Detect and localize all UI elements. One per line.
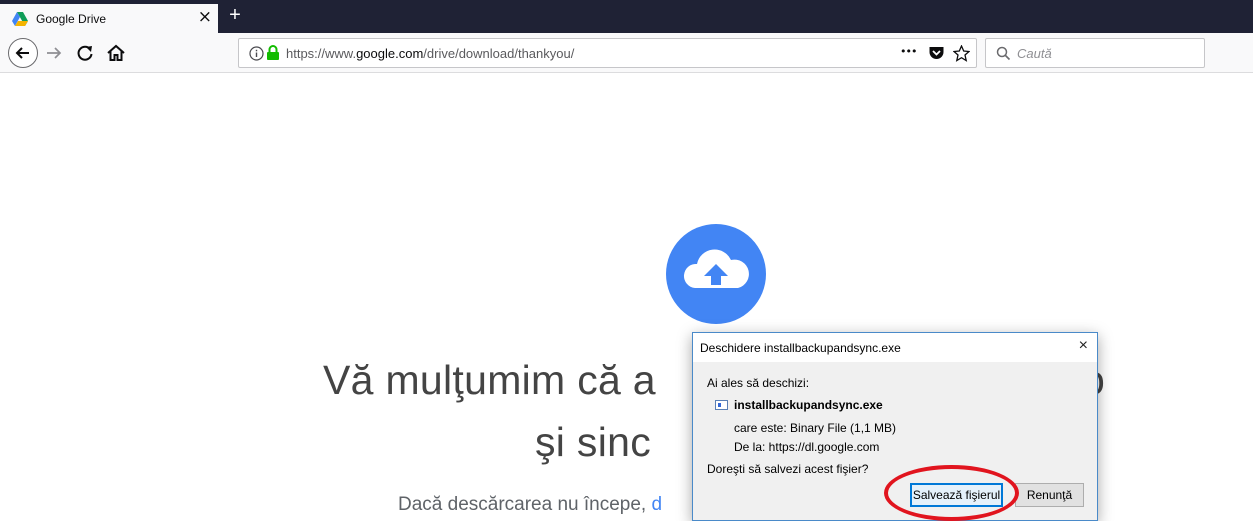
forward-button[interactable]: [42, 41, 66, 65]
screenshot-root: Google Drive × + https://www.google.com/…: [0, 0, 1253, 521]
tab-strip: Google Drive × +: [0, 0, 1253, 33]
download-hint: Dacă descărcarea nu începe, d: [398, 494, 662, 516]
cloud-upload-icon: [666, 224, 766, 324]
download-hint-text: Dacă descărcarea nu începe,: [398, 494, 652, 515]
dialog-close-icon[interactable]: ×: [1079, 337, 1088, 355]
back-button[interactable]: [8, 38, 38, 68]
secure-lock-icon[interactable]: [266, 45, 280, 61]
search-icon: [996, 46, 1011, 61]
pocket-icon[interactable]: [928, 45, 945, 61]
url-bar[interactable]: https://www.google.com/drive/download/th…: [238, 38, 977, 68]
reload-icon: [77, 45, 93, 61]
file-source-line: De la: https://dl.google.com: [734, 440, 880, 454]
url-host: google.com: [356, 46, 424, 61]
new-tab-button[interactable]: +: [224, 4, 246, 28]
save-question: Doreşti să salvezi acest fişier?: [707, 462, 869, 476]
home-button[interactable]: [104, 41, 128, 65]
reload-button[interactable]: [73, 41, 97, 65]
dialog-body: Ai ales să deschizi: installbackupandsyn…: [693, 362, 1097, 520]
google-logo[interactable]: [33, 94, 123, 116]
headline-line-2: şi sinc: [535, 419, 652, 465]
download-link[interactable]: d: [652, 494, 663, 515]
dialog-titlebar[interactable]: Deschidere installbackupandsync.exe ×: [693, 333, 1097, 362]
google-drive-icon: [12, 11, 28, 26]
search-placeholder: Caută: [1017, 46, 1052, 61]
bookmark-star-icon[interactable]: [953, 45, 970, 62]
chose-to-open-label: Ai ales să deschizi:: [707, 376, 810, 390]
info-icon[interactable]: [249, 46, 264, 61]
page-actions-icon[interactable]: •••: [900, 45, 917, 58]
tab-google-drive[interactable]: Google Drive ×: [0, 4, 218, 33]
url-path: /drive/download/thankyou/: [423, 46, 575, 61]
search-bar[interactable]: Caută: [985, 38, 1205, 68]
download-dialog: Deschidere installbackupandsync.exe × Ai…: [692, 332, 1098, 521]
home-icon: [107, 44, 125, 61]
url-prefix: https://www.: [286, 46, 357, 61]
tab-title: Google Drive: [36, 11, 107, 26]
cancel-button[interactable]: Renunţă: [1015, 483, 1084, 507]
file-name: installbackupandsync.exe: [734, 398, 883, 412]
file-type-line: care este: Binary File (1,1 MB): [734, 421, 897, 435]
save-file-button[interactable]: Salvează fişierul: [910, 483, 1003, 507]
navigation-toolbar: https://www.google.com/drive/download/th…: [0, 33, 1253, 73]
back-arrow-icon: [15, 47, 29, 59]
url-text[interactable]: https://www.google.com/drive/download/th…: [286, 46, 574, 61]
headline-line-1: Vă mulţumim că a: [323, 357, 656, 403]
tab-close-icon[interactable]: ×: [198, 9, 212, 26]
file-icon: [715, 400, 728, 410]
dialog-title: Deschidere installbackupandsync.exe: [700, 341, 901, 355]
forward-arrow-icon: [47, 47, 62, 59]
